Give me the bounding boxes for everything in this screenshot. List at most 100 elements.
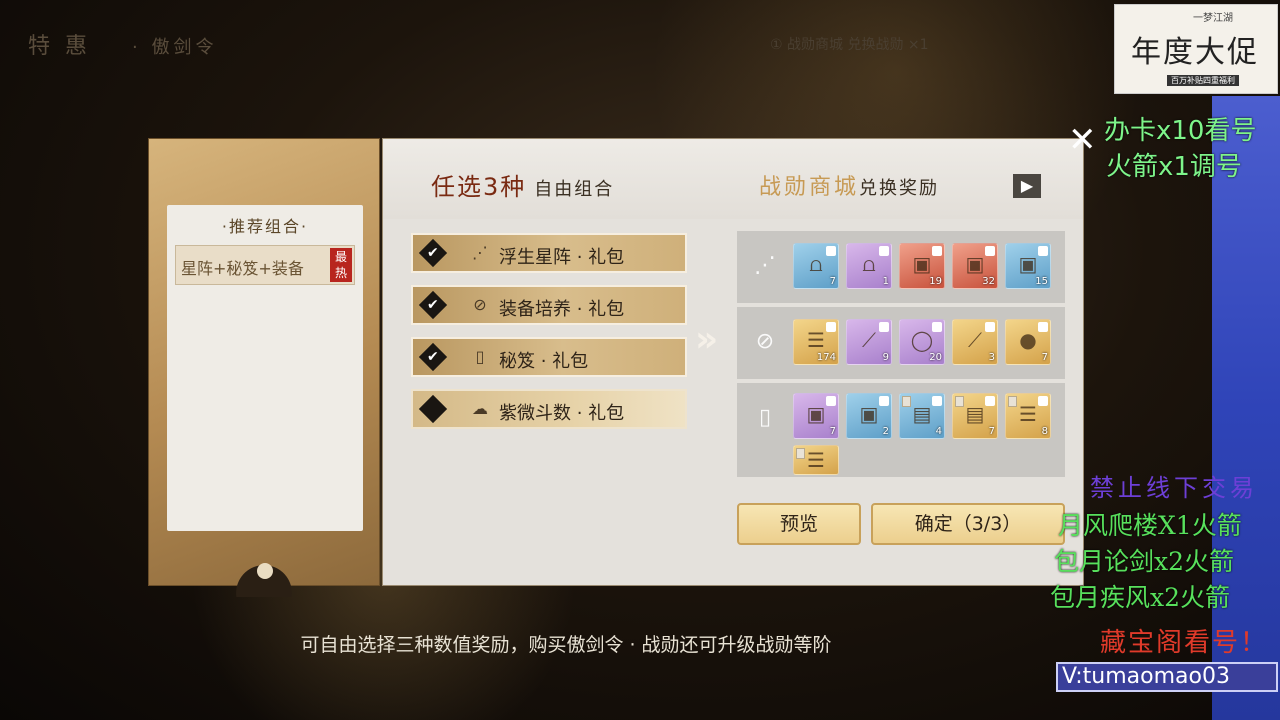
panel-header: 任选3种 自由组合 战勋商城兑换奖励 ▶	[383, 139, 1083, 219]
lock-icon	[985, 396, 995, 406]
reward-item[interactable]: ● 7	[1005, 319, 1051, 365]
recommend-panel: ·推荐组合· 星阵+秘笈+装备 最热	[167, 205, 363, 531]
option-label: 装备培养 · 礼包	[499, 299, 625, 320]
contact-tag: V:tumaomao03	[1056, 662, 1278, 692]
reward-item[interactable]: ⩍ 1	[846, 243, 892, 289]
constellation-icon: ⋰	[472, 243, 488, 262]
item-count: 8	[1041, 426, 1048, 437]
item-count: 4	[935, 426, 942, 437]
selection-panel: 任选3种 自由组合 战勋商城兑换奖励 ▶ ✔ ⋰ 浮生星阵 · 礼包 ✔ ⊘ 装备…	[382, 138, 1084, 586]
lock-icon	[932, 246, 942, 256]
astrology-icon: ☁	[472, 399, 488, 418]
lock-icon	[932, 396, 942, 406]
panel-title-main: 任选3种	[431, 173, 527, 201]
lock-icon	[985, 322, 995, 332]
checkbox-unchecked-icon[interactable]	[418, 394, 448, 424]
option-astrology[interactable]: ☁ 紫微斗数 · 礼包	[411, 389, 687, 429]
shop-arrow-button[interactable]: ▶	[1013, 174, 1041, 198]
equipment-icon: ⊘	[755, 329, 775, 354]
promo-line-2: 火箭x1调号	[1106, 152, 1242, 182]
panel-title: 任选3种 自由组合	[431, 167, 614, 202]
item-count: 32	[982, 276, 995, 287]
promo-logo: 一梦江湖 年度大促 百万补贴四重福利	[1114, 4, 1278, 94]
reward-item[interactable]: ☰ 174	[793, 319, 839, 365]
reward-item[interactable]: ◯ 20	[899, 319, 945, 365]
checkbox-checked-icon[interactable]: ✔	[418, 238, 448, 268]
checkbox-checked-icon[interactable]: ✔	[418, 290, 448, 320]
caption-text: 可自由选择三种数值奖励，购买傲剑令 · 战勋还可升级战勋等阶	[300, 634, 832, 656]
panel-title-sub: 自由组合	[534, 179, 615, 200]
reward-item[interactable]: ▤ 7	[952, 393, 998, 439]
item-count: 174	[816, 352, 836, 363]
shop-subtitle: 兑换奖励	[859, 178, 940, 199]
reward-row: ▯ ▣ 7 ▣ 2 ▤ 4 ▤ 7 ☰ 8 ☰	[737, 383, 1065, 477]
preview-button[interactable]: 预览	[737, 503, 861, 545]
item-count: 7	[988, 426, 995, 437]
reward-grid: ⋰ ⩍ 7 ⩍ 1 ▣ 19 ▣ 32 ▣ 15 ⊘ ☰ 174 ⟋ 9 ◯ 20 ⟋ 3 ● 7 …	[737, 231, 1065, 477]
reward-item[interactable]: ▣ 15	[1005, 243, 1051, 289]
dim-subtitle: · 傲剑令	[132, 37, 218, 58]
reward-item[interactable]: ▣ 2	[846, 393, 892, 439]
reward-item[interactable]: ▤ 4	[899, 393, 945, 439]
ban-notice: 禁止线下交易	[1090, 474, 1258, 502]
item-count: 7	[1041, 352, 1048, 363]
scroll-icon: ☰	[807, 448, 825, 472]
lock-icon	[1038, 246, 1048, 256]
confirm-button[interactable]: 确定（3/3）	[871, 503, 1065, 545]
logo-game-name: 一梦江湖	[1193, 13, 1233, 24]
reward-item[interactable]: ⩍ 7	[793, 243, 839, 289]
treasure-notice: 藏宝阁看号！	[1100, 628, 1269, 658]
item-count: 7	[829, 276, 836, 287]
notice-line-1: 月风爬楼X1火箭	[1058, 511, 1242, 540]
reward-item[interactable]: ⟋ 9	[846, 319, 892, 365]
reward-item[interactable]: ☰ 8	[1005, 393, 1051, 439]
dim-header: 特 惠 · 傲剑令	[28, 28, 217, 60]
reward-item[interactable]: ⟋ 3	[952, 319, 998, 365]
option-label: 浮生星阵 · 礼包	[499, 247, 625, 268]
recommend-card: ·推荐组合· 星阵+秘笈+装备 最热	[148, 138, 380, 597]
lock-icon	[879, 322, 889, 332]
recommend-combo-label: 星阵+秘笈+装备	[181, 259, 304, 278]
reward-item[interactable]: ▣ 7	[793, 393, 839, 439]
lock-icon	[826, 396, 836, 406]
equipment-icon: ⊘	[473, 295, 487, 314]
promo-line-1: 办卡x10看号	[1104, 116, 1257, 146]
logo-main-text: 年度大促	[1131, 35, 1259, 70]
lock-icon	[826, 246, 836, 256]
logo-subtext: 百万补贴四重福利	[1167, 75, 1239, 86]
item-count: 1	[882, 276, 889, 287]
reward-item[interactable]: ☰	[793, 445, 839, 475]
item-count: 19	[929, 276, 942, 287]
checkbox-checked-icon[interactable]: ✔	[418, 342, 448, 372]
option-constellation[interactable]: ✔ ⋰ 浮生星阵 · 礼包	[411, 233, 687, 273]
recommend-title: ·推荐组合·	[221, 217, 309, 236]
item-count: 7	[829, 426, 836, 437]
lock-icon	[985, 246, 995, 256]
item-count: 3	[988, 352, 995, 363]
reward-item[interactable]: ▣ 32	[952, 243, 998, 289]
reward-row: ⋰ ⩍ 7 ⩍ 1 ▣ 19 ▣ 32 ▣ 15	[737, 231, 1065, 303]
item-count: 20	[929, 352, 942, 363]
bottom-caption: 可自由选择三种数值奖励，购买傲剑令 · 战勋还可升级战勋等阶	[0, 630, 1280, 657]
dim-center-text: ① 战勋商城 兑换战勋 ×1	[770, 37, 929, 53]
close-icon[interactable]: ✕	[1068, 120, 1097, 160]
shop-link[interactable]: 战勋商城兑换奖励	[759, 169, 939, 201]
shop-title: 战勋商城	[759, 175, 860, 200]
item-count: 15	[1035, 276, 1048, 287]
option-label: 秘笈 · 礼包	[499, 351, 589, 372]
notice-line-2: 包月论剑x2火箭	[1054, 547, 1235, 576]
reward-row: ⊘ ☰ 174 ⟋ 9 ◯ 20 ⟋ 3 ● 7	[737, 307, 1065, 379]
option-manual[interactable]: ✔ ▯ 秘笈 · 礼包	[411, 337, 687, 377]
lock-icon	[932, 322, 942, 332]
item-count: 2	[882, 426, 889, 437]
manual-icon: ▯	[475, 347, 485, 366]
reward-item[interactable]: ▣ 19	[899, 243, 945, 289]
lock-icon	[879, 396, 889, 406]
recommend-combo-item[interactable]: 星阵+秘笈+装备 最热	[175, 245, 355, 285]
option-equipment[interactable]: ✔ ⊘ 装备培养 · 礼包	[411, 285, 687, 325]
notice-line-3: 包月疾风x2火箭	[1050, 583, 1231, 612]
lock-icon	[1038, 396, 1048, 406]
constellation-icon: ⋰	[754, 253, 776, 278]
manual-icon: ▯	[758, 405, 772, 430]
lock-icon	[879, 246, 889, 256]
